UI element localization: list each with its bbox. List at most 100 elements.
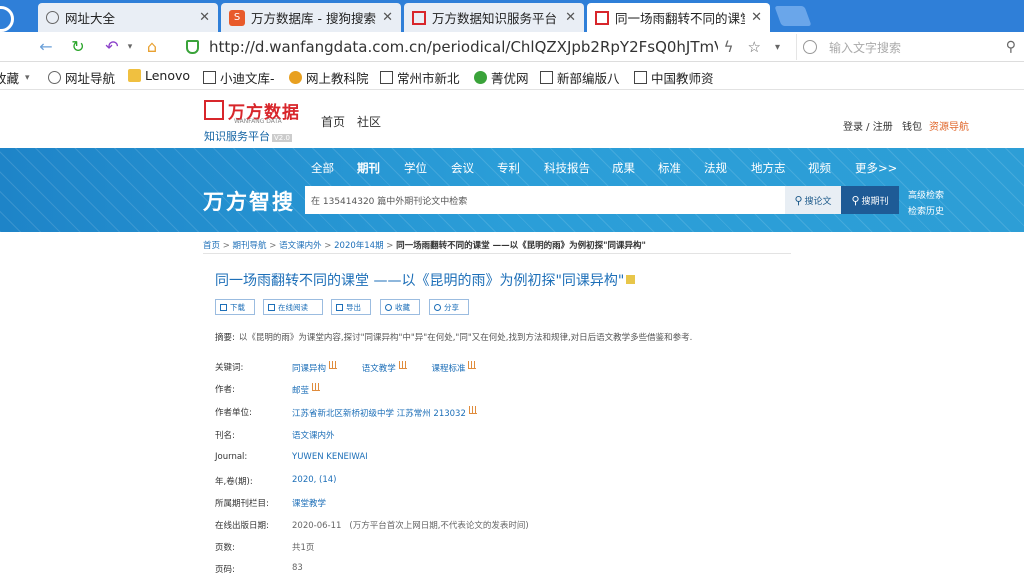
breadcrumb-home[interactable]: 首页 [203,241,220,251]
lightning-icon[interactable]: ϟ [724,38,734,56]
wanfang-logo[interactable]: 万方数据 WANFANG DATA 知识服务平台 V2.0 [204,98,304,143]
home-icon[interactable]: ⌂ [140,37,164,56]
bookmark-jingyou[interactable]: 菁优网 [474,68,529,87]
chevron-down-icon[interactable]: ▾ [118,42,142,52]
jingyou-icon [474,71,487,84]
chart-icon[interactable] [329,361,338,369]
chart-icon[interactable] [468,406,477,414]
bookmarks-bar: 收藏 ▾ 网址导航 Lenovo 小迪文库- 网上教科院 常州市新北 菁优网 新部… [0,62,1024,90]
refresh-icon[interactable]: ↻ [66,37,90,56]
search-placeholder: 输入文字搜索 [829,40,902,55]
keyword-link[interactable]: 同课异构 [292,361,338,374]
bookmark-wangzhi[interactable]: 网址导航 [48,68,115,87]
chart-icon[interactable] [398,361,407,369]
divider [203,253,791,254]
star-icon[interactable]: ☆ [748,38,761,56]
category-achievement[interactable]: 成果 [612,160,635,176]
metrics-icon[interactable] [626,275,636,284]
close-icon[interactable]: ✕ [382,10,393,25]
breadcrumb-journal-nav[interactable]: 期刊导航 [233,241,267,251]
bookmark-jiaokeyuan[interactable]: 网上教科院 [289,68,369,87]
search-icon: ⚲ [851,193,860,207]
bookmark-favorites[interactable]: 收藏 ▾ [0,68,30,87]
keyword-link[interactable]: 语文教学 [362,361,407,374]
breadcrumb-current: 同一场雨翻转不同的课堂 ——以《昆明的雨》为例初探"同课异构" [396,241,646,251]
category-more[interactable]: 更多>> [855,160,897,176]
search-icon[interactable]: ⚲ [1006,39,1016,55]
tab-article[interactable]: 同一场雨翻转不同的课堂 ✕ [587,3,770,32]
search-title: 万方智搜 [203,190,295,214]
new-tab-button[interactable] [774,6,812,26]
resource-nav-link[interactable]: 资源导航 [929,118,969,133]
search-input[interactable]: 在 135414320 篇中外期刊论文中检索 [305,186,785,214]
nav-community[interactable]: 社区 [357,113,381,130]
wanfang-logo-icon [204,100,224,120]
article-title: 同一场雨翻转不同的课堂 ——以《昆明的雨》为例初探"同课异构" [215,270,636,290]
bookmark-jiaoshi[interactable]: 中国教师资 [634,68,714,87]
share-button[interactable]: 分享 [429,299,469,315]
globe-icon [46,11,59,24]
bookmark-bubian[interactable]: 新部编版八 [540,68,620,87]
search-journal-button[interactable]: ⚲ 搜期刊 [841,186,899,214]
page-icon [540,71,553,84]
advanced-search-link[interactable]: 高级检索 [908,188,944,201]
category-tech-report[interactable]: 科技报告 [544,160,590,176]
category-all[interactable]: 全部 [311,160,334,176]
keyword-link[interactable]: 课程标准 [431,361,477,374]
category-video[interactable]: 视频 [808,160,831,176]
category-periodical[interactable]: 期刊 [357,160,380,176]
download-icon [220,303,227,311]
bookmark-lenovo[interactable]: Lenovo [128,68,190,83]
tab-wanfang[interactable]: 万方数据知识服务平台 ✕ [404,3,584,32]
close-icon[interactable]: ✕ [751,10,762,25]
bookmark-changzhou[interactable]: 常州市新北 [380,68,460,87]
chart-icon[interactable] [468,361,477,369]
close-icon[interactable]: ✕ [199,10,210,25]
breadcrumb-issue[interactable]: 2020年14期 [334,241,383,251]
bookmark-xiaodi[interactable]: 小迪文库- [203,68,275,87]
category-local-chronicle[interactable]: 地方志 [751,160,786,176]
search-banner: 全部 期刊 学位 会议 专利 科技报告 成果 标准 法规 地方志 视频 更多>>… [0,148,1024,232]
year-issue-link[interactable]: 2020, (14) [292,475,336,485]
column-link[interactable]: 课堂教学 [292,497,326,509]
login-register-link[interactable]: 登录 / 注册 [843,118,893,133]
chart-icon[interactable] [312,383,321,391]
export-button[interactable]: 导出 [331,299,371,315]
nav-home[interactable]: 首页 [321,113,345,130]
author-link[interactable]: 邮莹 [292,383,321,396]
download-button[interactable]: 下载 [215,299,255,315]
book-icon [268,303,275,311]
category-degree[interactable]: 学位 [404,160,427,176]
browser-search-box[interactable]: 输入文字搜索 ⚲ [796,34,1020,60]
folder-icon [128,69,141,82]
back-icon[interactable]: ← [34,37,58,56]
shield-icon [186,40,199,54]
tab-wangzhi[interactable]: 网址大全 ✕ [38,3,218,32]
wanfang-icon [412,10,426,25]
affiliation-link[interactable]: 江苏省新北区新桥初级中学 江苏常州 213032 [292,406,477,419]
breadcrumb-journal[interactable]: 语文课内外 [279,241,322,251]
wallet-link[interactable]: 钱包 [902,118,922,133]
address-bar[interactable]: http://d.wanfangdata.com.cn/periodical/C… [176,34,780,60]
chevron-down-icon[interactable]: ▾ [775,42,780,53]
online-read-button[interactable]: 在线阅读 [263,299,323,315]
search-history-link[interactable]: 检索历史 [908,204,944,217]
journal-en-link[interactable]: YUWEN KENEIWAI [292,452,368,462]
sogou-search-icon [803,40,817,54]
search-article-button[interactable]: ⚲ 搜论文 [785,186,841,214]
journal-link[interactable]: 语文课内外 [292,429,335,441]
favorite-button[interactable]: 收藏 [380,299,420,315]
category-patent[interactable]: 专利 [497,160,520,176]
wanfang-icon [595,10,609,25]
close-icon[interactable]: ✕ [565,10,576,25]
online-date: 2020-06-11 (万方平台首次上网日期,不代表论文的发表时间) [292,521,529,531]
tab-sogou[interactable]: S 万方数据库 - 搜狗搜索 ✕ [221,3,401,32]
browser-logo-icon[interactable] [0,6,14,32]
browser-tab-bar: 网址大全 ✕ S 万方数据库 - 搜狗搜索 ✕ 万方数据知识服务平台 ✕ 同一场… [0,0,1024,32]
category-standard[interactable]: 标准 [658,160,681,176]
abstract: 摘要: 以《昆明的雨》为课堂内容,探讨"同课异构"中"异"在何处,"同"又在何处,… [215,333,693,343]
export-icon [336,303,343,311]
share-icon [434,303,441,311]
category-law[interactable]: 法规 [704,160,727,176]
category-conference[interactable]: 会议 [451,160,474,176]
